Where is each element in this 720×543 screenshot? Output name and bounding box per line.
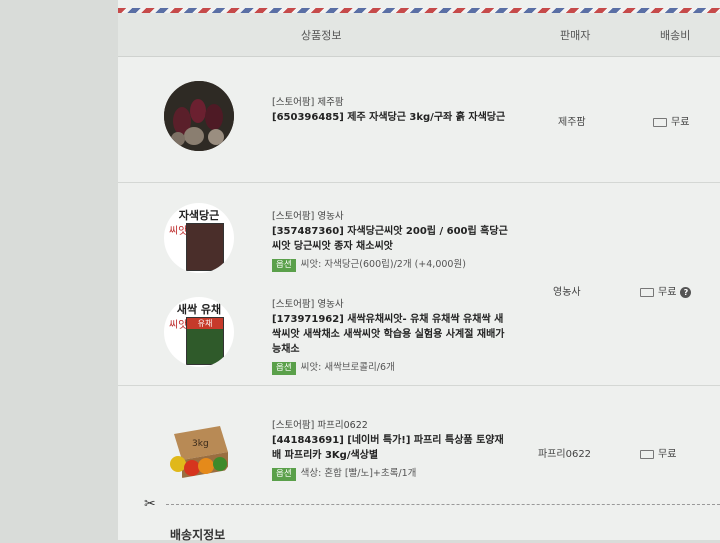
paprika-box-image: 3kg: [170, 426, 228, 478]
product-title[interactable]: [357487360] 자색당근씨앗 200립 / 600립 흑당근씨앗 당근씨…: [272, 224, 512, 254]
product-thumbnail[interactable]: 자색당근 씨앗: [164, 203, 234, 273]
option-line: 옵션 색상: 혼합 [빨/노]+초록/1개: [272, 466, 512, 481]
product-title[interactable]: [441843691] [네이버 특가!] 파프리 특상품 토양재배 파프리카 …: [272, 433, 512, 463]
seller-name: 파프리0622: [538, 449, 592, 460]
seed-pack-label: 유채: [187, 318, 223, 329]
table-row: [스토어팜] 제주팜 [650396485] 제주 자색당근 3kg/구좌 흙 …: [118, 57, 720, 183]
seller-name: 영농사: [553, 287, 581, 298]
option-text: 색상: 혼합 [빨/노]+초록/1개: [300, 468, 417, 479]
seed-pack-side: 씨앗: [169, 320, 188, 331]
product-title[interactable]: [650396485] 제주 자색당근 3kg/구좌 흙 자색당근: [272, 110, 512, 125]
product-title[interactable]: [173971962] 새싹유채씨앗- 유채 유채싹 유채싹 새싹씨앗 새싹채소…: [272, 312, 512, 357]
product-thumbnail[interactable]: 새싹 유채 씨앗 유채: [164, 297, 234, 367]
seed-pack-title: 새싹 유채: [176, 303, 222, 316]
table-row: 3kg [스토어팜] 파프리0622 [441843691] [네이버 특가!]…: [118, 386, 720, 502]
cut-line: [166, 504, 720, 505]
help-icon[interactable]: ?: [680, 287, 692, 298]
seller-name: 제주팜: [558, 117, 586, 128]
truck-icon: [653, 117, 667, 127]
shipping-info-title: 배송지정보: [170, 528, 226, 542]
option-line: 옵션 씨앗: 새싹브로콜리/6개: [272, 360, 512, 375]
store-name[interactable]: [스토어팜] 영농사: [272, 209, 512, 224]
product-thumbnail[interactable]: 3kg: [164, 412, 234, 482]
option-tag: 옵션: [272, 259, 296, 272]
shipping-fee: 무료: [653, 113, 689, 128]
table-row: 자색당근 씨앗 [스토어팜] 영농사 [357487360] 자색당근씨앗 20…: [118, 183, 720, 275]
truck-icon: [640, 287, 654, 297]
store-name[interactable]: [스토어팜] 제주팜: [272, 95, 512, 110]
scissors-icon: ✂: [144, 496, 156, 512]
product-thumbnail[interactable]: [164, 81, 234, 151]
carrot-image: [164, 81, 234, 151]
shipping-fee: 무료?: [640, 283, 692, 298]
box-label: 3kg: [192, 439, 209, 449]
shipping-value: 무료: [658, 287, 677, 298]
option-tag: 옵션: [272, 468, 296, 481]
option-text: 씨앗: 새싹브로콜리/6개: [300, 362, 395, 373]
truck-icon: [640, 449, 654, 459]
shipping-value: 무료: [671, 117, 690, 128]
seed-pack-title: 자색당근: [178, 209, 220, 222]
option-line: 옵션 씨앗: 자색당근(600립)/2개 (+4,000원): [272, 257, 512, 272]
option-tag: 옵션: [272, 362, 296, 375]
col-product-header: 상품정보: [301, 29, 342, 42]
table-row: 새싹 유채 씨앗 유채 [스토어팜] 영농사 [173971962] 새싹유채씨…: [118, 275, 720, 386]
shipping-value: 무료: [658, 449, 677, 460]
seed-pack-image: [186, 223, 224, 271]
seed-pack-side: 씨앗: [169, 226, 188, 237]
store-name[interactable]: [스토어팜] 파프리0622: [272, 418, 512, 433]
option-text: 씨앗: 자색당근(600립)/2개 (+4,000원): [300, 259, 466, 270]
store-name[interactable]: [스토어팜] 영농사: [272, 297, 512, 312]
col-shipping-header: 배송비: [660, 29, 691, 42]
table-header: 상품정보 판매자 배송비: [118, 13, 720, 57]
shipping-fee: 무료: [640, 445, 676, 460]
col-seller-header: 판매자: [560, 29, 591, 42]
seed-pack-image: 유채: [186, 317, 224, 365]
